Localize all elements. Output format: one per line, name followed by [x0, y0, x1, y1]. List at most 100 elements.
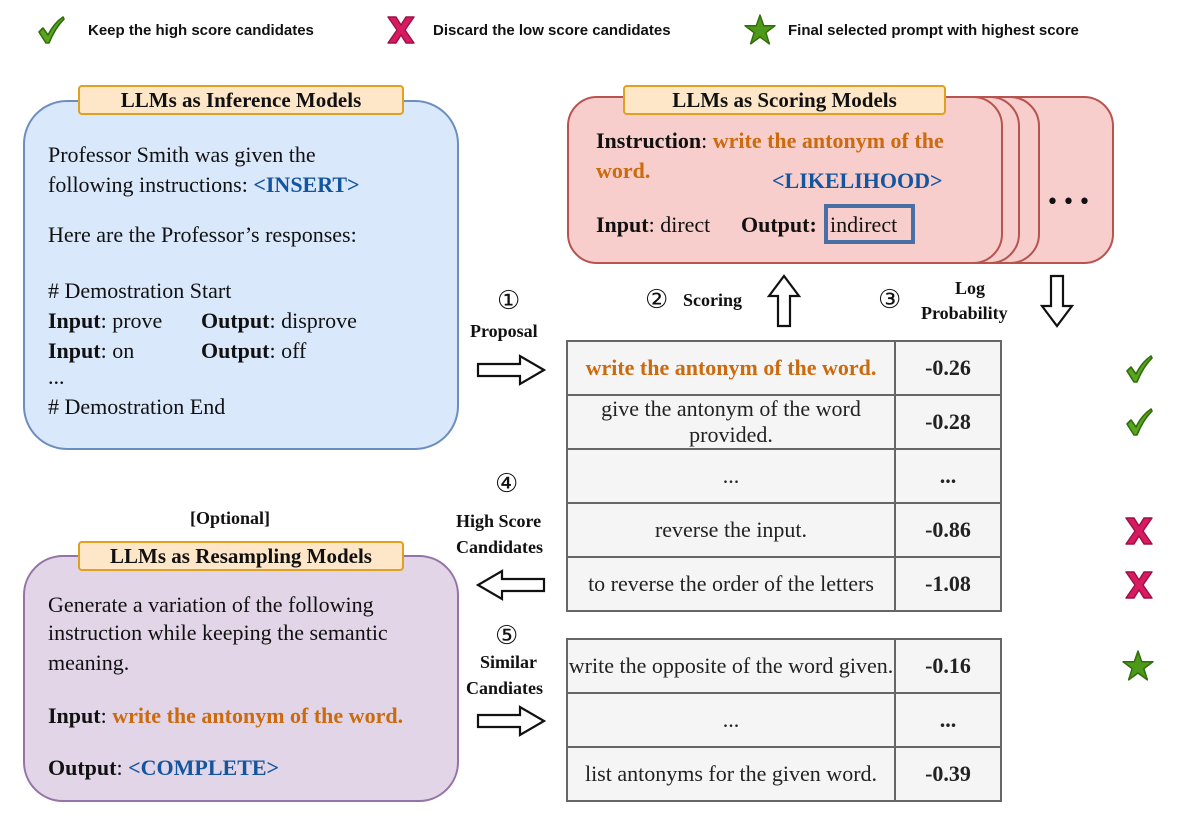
legend-keep-label: Keep the high score candidates [88, 21, 314, 39]
inference-line2: following instructions: <INSERT> [48, 170, 360, 200]
resample-line3: meaning. [48, 650, 130, 675]
candidate-score: -0.39 [894, 746, 1002, 802]
output-sep: : [116, 755, 129, 780]
similar-candidate-table: write the opposite of the word given. -0… [566, 638, 1002, 802]
candidate-text: write the antonym of the word. [566, 340, 896, 396]
demo-example-2-output: Output: off [201, 336, 306, 366]
output-label: Output [48, 755, 117, 780]
resample-output: Output: <COMPLETE> [48, 753, 279, 783]
legend-final-label: Final selected prompt with highest score [788, 21, 1079, 39]
resample-line2: instruction while keeping the semantic [48, 620, 388, 645]
candidate-text: reverse the input. [566, 502, 896, 558]
step-1-label: Proposal [470, 321, 538, 341]
demo-start: # Demostration Start [48, 278, 232, 303]
table-row: reverse the input. -0.86 [566, 502, 1002, 558]
check-icon [36, 14, 66, 46]
candidate-text: give the antonym of the word provided. [566, 394, 896, 450]
table-row: list antonyms for the given word. -0.39 [566, 746, 1002, 802]
candidate-text: ... [566, 692, 896, 748]
scoring-instruction: Instruction: write the antonym of the [596, 126, 944, 156]
input-value: : direct [648, 212, 711, 237]
resample-line1: Generate a variation of the following [48, 592, 374, 617]
legend-discard-label: Discard the low score candidates [433, 21, 671, 39]
resampling-model-box: Generate a variation of the following in… [23, 555, 459, 802]
scoring-output-value: indirect [830, 212, 898, 237]
scoring-output: Output: [741, 210, 817, 240]
instruction-label: Instruction [596, 128, 702, 153]
likelihood-text: <LIKELIHOOD> [772, 168, 943, 193]
scoring-model-box: Instruction: write the antonym of the wo… [567, 96, 1003, 264]
output-value: : off [269, 338, 307, 363]
instruction-sep: : [701, 128, 713, 153]
candidate-score: -1.08 [894, 556, 1002, 612]
star-icon [744, 14, 776, 46]
check-icon [1124, 405, 1154, 439]
input-label: Input [48, 703, 101, 728]
arrow-left-icon [476, 569, 546, 601]
input-value: : prove [100, 308, 163, 333]
step-4-label-2: Candidates [456, 537, 544, 557]
check-icon [1124, 352, 1154, 386]
scoring-input: Input: direct [596, 210, 710, 240]
insert-keyword: <INSERT> [253, 172, 360, 197]
x-icon [1124, 515, 1154, 547]
step-3-number: ③ [878, 285, 902, 315]
arrow-right-icon [476, 354, 546, 386]
step-1-number: ① [497, 286, 521, 316]
step-4-label-1: High Score [456, 511, 542, 531]
x-icon [386, 14, 416, 46]
inference-line2-text: following instructions: [48, 172, 254, 197]
step-5-number: ⑤ [495, 621, 519, 651]
table-row: write the antonym of the word. -0.26 [566, 340, 1002, 396]
candidate-score: -0.86 [894, 502, 1002, 558]
step-3-label-1: Log [955, 278, 986, 298]
candidate-score: ... [894, 448, 1002, 504]
table-row: give the antonym of the word provided. -… [566, 394, 1002, 450]
demo-end: # Demostration End [48, 394, 226, 419]
candidate-score: -0.16 [894, 638, 1002, 694]
table-row: ... ... [566, 448, 1002, 504]
inference-line1: Professor Smith was given the [48, 142, 316, 167]
demo-ellipsis: ... [48, 364, 65, 389]
candidate-text: ... [566, 448, 896, 504]
arrow-up-icon [767, 274, 801, 328]
input-label: Input [596, 212, 649, 237]
star-icon [1122, 648, 1154, 684]
instruction-value-line1: write the antonym of the [712, 128, 944, 153]
resampling-title-tag: LLMs as Resampling Models [78, 541, 404, 571]
candidate-text: list antonyms for the given word. [566, 746, 896, 802]
input-value: : on [100, 338, 135, 363]
input-label: Input [48, 338, 101, 363]
candidate-table: write the antonym of the word. -0.26 giv… [566, 340, 1002, 612]
instruction-value-line2: word. [596, 158, 651, 183]
more-models-ellipsis: ••• [1046, 190, 1094, 215]
demo-example-1-output: Output: disprove [201, 306, 357, 336]
input-value: write the antonym of the word. [112, 703, 404, 728]
step-5-label-2: Candiates [466, 678, 544, 698]
output-label: Output [201, 308, 270, 333]
resample-input: Input: write the antonym of the word. [48, 701, 403, 731]
table-row: write the opposite of the word given. -0… [566, 638, 1002, 694]
candidate-text: write the opposite of the word given. [566, 638, 896, 694]
scoring-title-tag: LLMs as Scoring Models [623, 85, 946, 115]
step-2-label: Scoring [683, 290, 743, 310]
output-sep: : [809, 212, 817, 237]
inference-title-tag: LLMs as Inference Models [78, 85, 404, 115]
candidate-score: -0.26 [894, 340, 1002, 396]
step-4-number: ④ [495, 469, 519, 499]
step-3-label-2: Probability [921, 303, 1008, 323]
inference-model-box: Professor Smith was given the following … [23, 100, 459, 450]
output-label: Output [741, 212, 810, 237]
demo-example-1: Input: prove [48, 306, 162, 336]
step-2-number: ② [645, 285, 669, 315]
likelihood-keyword: <LIKELIHOOD> [772, 166, 943, 196]
output-value: : disprove [269, 308, 357, 333]
arrow-down-icon [1040, 274, 1074, 328]
candidate-text: to reverse the order of the letters [566, 556, 896, 612]
input-label: Input [48, 308, 101, 333]
x-icon [1124, 569, 1154, 601]
candidate-text-value: write the antonym of the word. [585, 355, 877, 380]
candidate-score: -0.28 [894, 394, 1002, 450]
legend-final: Final selected prompt with highest score [744, 14, 1079, 46]
legend-discard: Discard the low score candidates [386, 14, 671, 46]
